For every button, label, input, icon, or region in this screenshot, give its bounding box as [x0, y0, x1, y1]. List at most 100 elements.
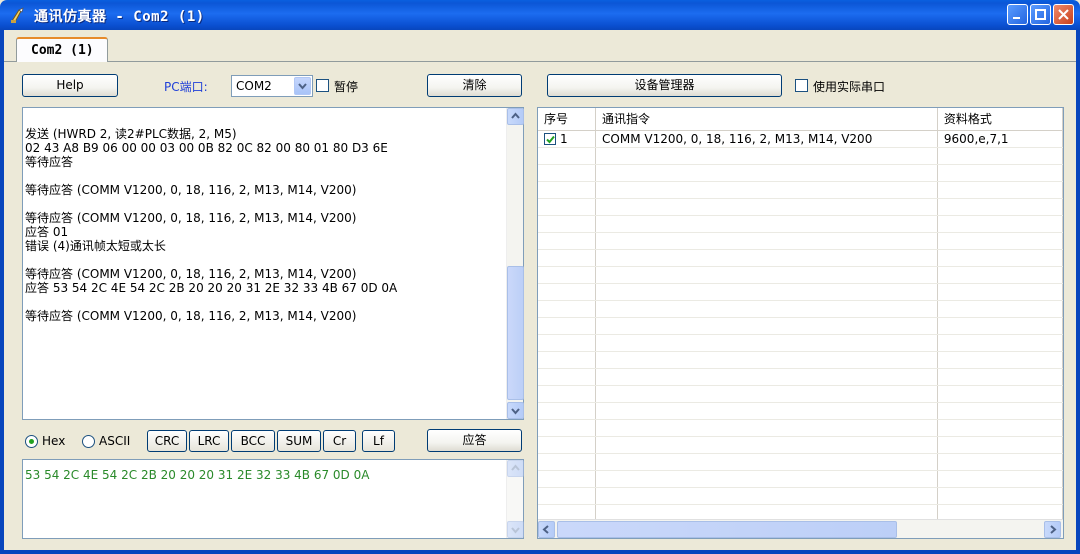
reply-button[interactable]: 应答 — [427, 429, 522, 452]
empty-cell — [595, 351, 938, 369]
pause-label: 暂停 — [334, 80, 359, 94]
device-manager-button[interactable]: 设备管理器 — [547, 74, 782, 97]
column-header-format[interactable]: 资料格式 — [937, 108, 1063, 131]
empty-cell — [538, 215, 597, 233]
hex-label: Hex — [42, 434, 66, 448]
empty-row — [538, 334, 1063, 352]
empty-cell — [937, 198, 1063, 216]
empty-cell — [538, 487, 597, 505]
window-frame-right — [1076, 30, 1080, 554]
lrc-button[interactable]: LRC — [189, 430, 229, 452]
empty-cell — [595, 215, 938, 233]
scroll-left-icon[interactable] — [538, 521, 555, 538]
empty-cell — [595, 317, 938, 335]
column-header-command[interactable]: 通讯指令 — [595, 108, 938, 131]
empty-row — [538, 385, 1063, 403]
column-header-no[interactable]: 序号 — [538, 108, 597, 131]
scroll-up-icon[interactable] — [507, 108, 524, 125]
empty-cell — [595, 232, 938, 250]
empty-cell — [595, 453, 938, 471]
minimize-button[interactable] — [1007, 4, 1028, 25]
tab-com2[interactable]: Com2 (1) — [16, 37, 108, 62]
empty-cell — [538, 232, 597, 250]
use-real-port-checkbox[interactable] — [795, 79, 808, 92]
log-line: 发送 (HWRD 2, 读2#PLC数据, 2, M5) — [25, 127, 237, 141]
scroll-down-icon[interactable] — [507, 521, 524, 538]
empty-cell — [538, 351, 597, 369]
log-line: 等待应答 (COMM V1200, 0, 18, 116, 2, M13, M1… — [25, 309, 357, 323]
empty-cell — [937, 419, 1063, 437]
hscroll-thumb[interactable] — [557, 521, 897, 538]
reply-input[interactable]: 53 54 2C 4E 54 2C 2B 20 20 20 31 2E 32 3… — [22, 459, 524, 539]
hex-radio[interactable] — [25, 435, 38, 448]
sum-button[interactable]: SUM — [277, 430, 321, 452]
empty-cell — [595, 249, 938, 267]
ascii-radio[interactable] — [82, 435, 95, 448]
empty-row — [538, 487, 1063, 505]
pause-checkbox[interactable] — [316, 79, 329, 92]
empty-cell — [538, 266, 597, 284]
scroll-right-icon[interactable] — [1044, 521, 1061, 538]
chevron-down-icon[interactable] — [294, 77, 311, 95]
scroll-down-icon[interactable] — [507, 402, 524, 419]
empty-row — [538, 249, 1063, 267]
empty-cell — [937, 283, 1063, 301]
window-frame-bottom — [0, 550, 1080, 554]
log-line: 02 43 A8 B9 06 00 00 03 00 0B 82 0C 82 0… — [25, 141, 388, 155]
row-number-cell: 1 — [538, 130, 597, 148]
empty-row — [538, 402, 1063, 420]
table-row[interactable]: 1 COMM V1200, 0, 18, 116, 2, M13, M14, V2… — [538, 130, 1063, 148]
log-line: 等待应答 (COMM V1200, 0, 18, 116, 2, M13, M1… — [25, 183, 357, 197]
log-line: 等待应答 (COMM V1200, 0, 18, 116, 2, M13, M1… — [25, 267, 357, 281]
scroll-up-icon[interactable] — [507, 460, 524, 477]
empty-cell — [595, 487, 938, 505]
empty-cell — [538, 334, 597, 352]
empty-cell — [595, 181, 938, 199]
help-button[interactable]: Help — [22, 74, 118, 97]
port-select-value: COM2 — [236, 79, 272, 93]
empty-row — [538, 266, 1063, 284]
empty-cell — [595, 436, 938, 454]
cr-button[interactable]: Cr — [323, 430, 356, 452]
empty-cell — [595, 334, 938, 352]
empty-cell — [937, 164, 1063, 182]
empty-row — [538, 470, 1063, 488]
log-scrollbar[interactable] — [506, 108, 524, 419]
scroll-thumb[interactable] — [507, 266, 524, 400]
tab-strip: Com2 (1) — [4, 30, 1076, 62]
empty-cell — [937, 147, 1063, 165]
reply-scrollbar[interactable] — [506, 460, 524, 538]
bcc-button[interactable]: BCC — [231, 430, 275, 452]
empty-row — [538, 232, 1063, 250]
crc-button[interactable]: CRC — [147, 430, 187, 452]
log-panel[interactable]: 发送 (HWRD 2, 读2#PLC数据, 2, M5) 02 43 A8 B9 … — [22, 107, 524, 420]
window-title: 通讯仿真器 - Com2 (1) — [34, 9, 205, 25]
empty-cell — [937, 351, 1063, 369]
empty-cell — [937, 300, 1063, 318]
empty-cell — [937, 215, 1063, 233]
empty-cell — [538, 385, 597, 403]
command-grid[interactable]: 序号 通讯指令 资料格式 1 COMM V1200, 0, 18, 116, 2,… — [537, 107, 1064, 539]
empty-cell — [937, 368, 1063, 386]
empty-cell — [538, 402, 597, 420]
close-button[interactable] — [1053, 4, 1074, 25]
format-cell: 9600,e,7,1 — [937, 130, 1063, 148]
clear-button[interactable]: 清除 — [427, 74, 522, 97]
empty-row — [538, 164, 1063, 182]
empty-cell — [538, 470, 597, 488]
port-select[interactable]: COM2 — [231, 75, 313, 97]
log-line: 应答 53 54 2C 4E 54 2C 2B 20 20 20 31 2E 3… — [25, 281, 398, 295]
row-checkbox[interactable] — [544, 132, 556, 145]
maximize-button[interactable] — [1030, 4, 1051, 25]
empty-row — [538, 317, 1063, 335]
grid-hscrollbar[interactable] — [538, 519, 1063, 538]
title-bar[interactable]: 通讯仿真器 - Com2 (1) — [0, 0, 1080, 30]
row-number: 1 — [560, 131, 568, 146]
empty-cell — [937, 317, 1063, 335]
empty-row — [538, 300, 1063, 318]
lf-button[interactable]: Lf — [362, 430, 395, 452]
empty-cell — [937, 232, 1063, 250]
empty-cell — [538, 419, 597, 437]
